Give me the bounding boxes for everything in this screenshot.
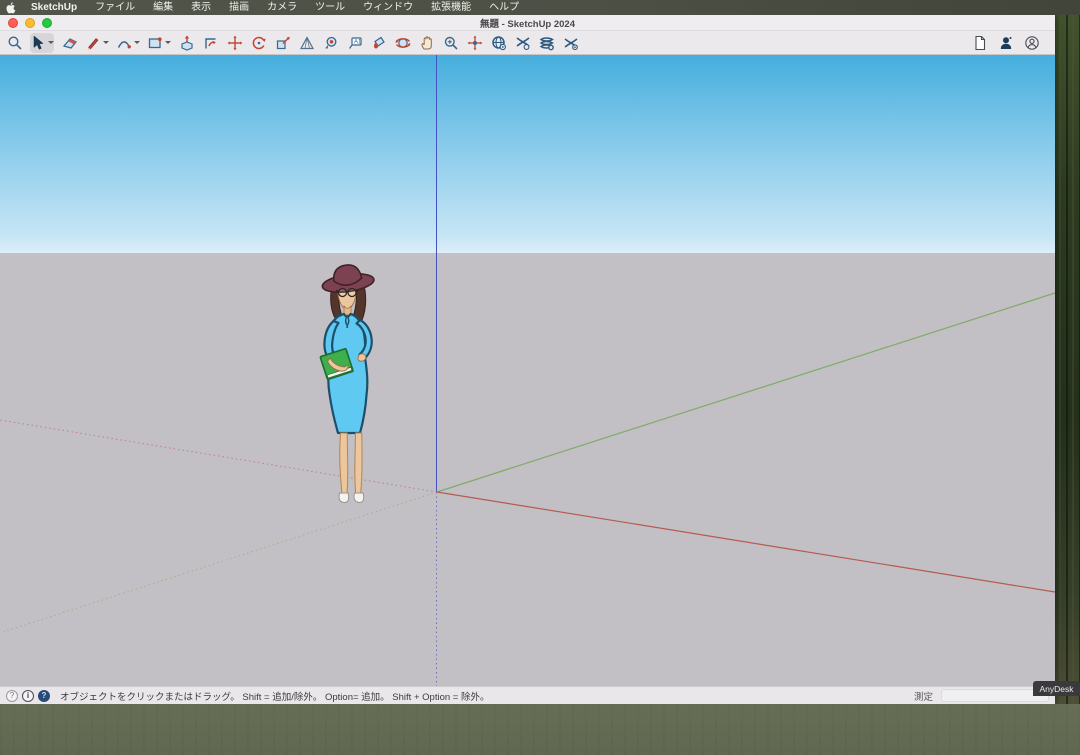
text-label-tool-button[interactable]: A1: [346, 33, 363, 53]
select-tool-button[interactable]: [30, 33, 54, 53]
status-hint-text: オブジェクトをクリックまたはドラッグ。 Shift = 追加/除外。 Optio…: [60, 689, 489, 703]
window-title: 無題 - SketchUp 2024: [0, 16, 1055, 30]
shapes-dropdown-icon[interactable]: [165, 41, 171, 44]
hat: [320, 262, 375, 295]
menu-item-extensions[interactable]: 拡張機能: [422, 0, 480, 15]
menu-item-camera[interactable]: カメラ: [258, 0, 306, 15]
account-circle-icon[interactable]: [1023, 33, 1040, 53]
minimize-button[interactable]: [25, 18, 35, 28]
sketchup-window: 無題 - SketchUp 2024: [0, 15, 1055, 704]
menu-item-help[interactable]: ヘルプ: [480, 0, 528, 15]
geolocation-icon[interactable]: ?: [6, 690, 18, 702]
line-dropdown-icon[interactable]: [103, 41, 109, 44]
macos-menu-bar: SketchUp ファイル 編集 表示 描画 カメラ ツール ウィンドウ 拡張機…: [0, 0, 1080, 15]
zoom-tool-button[interactable]: [442, 33, 459, 53]
menu-item-file[interactable]: ファイル: [86, 0, 144, 15]
menu-item-tools[interactable]: ツール: [306, 0, 354, 15]
user-icon[interactable]: [997, 33, 1014, 53]
pyramid-warning-icon[interactable]: [298, 33, 315, 53]
menu-item-edit[interactable]: 編集: [144, 0, 182, 15]
orbit-tool-button[interactable]: [394, 33, 411, 53]
offset-tool-button[interactable]: [202, 33, 219, 53]
status-bar: ? i ? オブジェクトをクリックまたはドラッグ。 Shift = 追加/除外。…: [0, 686, 1055, 704]
traffic-lights: [8, 18, 52, 28]
zoom-button[interactable]: [42, 18, 52, 28]
screen: SketchUp ファイル 編集 表示 描画 カメラ ツール ウィンドウ 拡張機…: [0, 0, 1080, 755]
select-dropdown-icon[interactable]: [48, 41, 54, 44]
info-icon[interactable]: i: [22, 690, 34, 702]
arc-dropdown-icon[interactable]: [134, 41, 140, 44]
sandbox-flip-icon[interactable]: [514, 33, 531, 53]
rotate-tool-button[interactable]: [250, 33, 267, 53]
search-tool-button[interactable]: [6, 33, 23, 53]
model-viewport[interactable]: [0, 55, 1055, 686]
measurement-label: 測定: [914, 689, 933, 703]
scale-tool-button[interactable]: [274, 33, 291, 53]
zoom-extents-tool-button[interactable]: [466, 33, 483, 53]
menu-item-draw[interactable]: 描画: [220, 0, 258, 15]
add-location-icon[interactable]: [490, 33, 507, 53]
tape-measure-tool-button[interactable]: [322, 33, 339, 53]
sandbox-smooth-icon[interactable]: [562, 33, 579, 53]
apple-logo-icon[interactable]: [0, 2, 22, 14]
close-button[interactable]: [8, 18, 18, 28]
person-figure[interactable]: [304, 262, 396, 508]
move-tool-button[interactable]: [226, 33, 243, 53]
arc-tool-button[interactable]: [116, 33, 140, 53]
dock: Ps Ai Pr W X P 7月 13: [0, 704, 1080, 755]
new-document-icon[interactable]: [971, 33, 988, 53]
menu-item-view[interactable]: 表示: [182, 0, 220, 15]
paint-bucket-tool-button[interactable]: [370, 33, 387, 53]
anydesk-tooltip: AnyDesk: [1033, 681, 1080, 696]
help-circle-icon[interactable]: ?: [38, 690, 50, 702]
toolbar: A1: [0, 31, 1055, 55]
from-contours-icon[interactable]: [538, 33, 555, 53]
push-pull-tool-button[interactable]: [178, 33, 195, 53]
menu-item-sketchup[interactable]: SketchUp: [22, 0, 86, 15]
shapes-tool-button[interactable]: [147, 33, 171, 53]
window-title-bar[interactable]: 無題 - SketchUp 2024: [0, 15, 1055, 31]
eraser-tool-button[interactable]: [61, 33, 78, 53]
drawing-axes: [0, 55, 1055, 686]
line-tool-button[interactable]: [85, 33, 109, 53]
menu-item-window[interactable]: ウィンドウ: [354, 0, 422, 15]
svg-text:A1: A1: [354, 39, 362, 45]
pan-tool-button[interactable]: [418, 33, 435, 53]
